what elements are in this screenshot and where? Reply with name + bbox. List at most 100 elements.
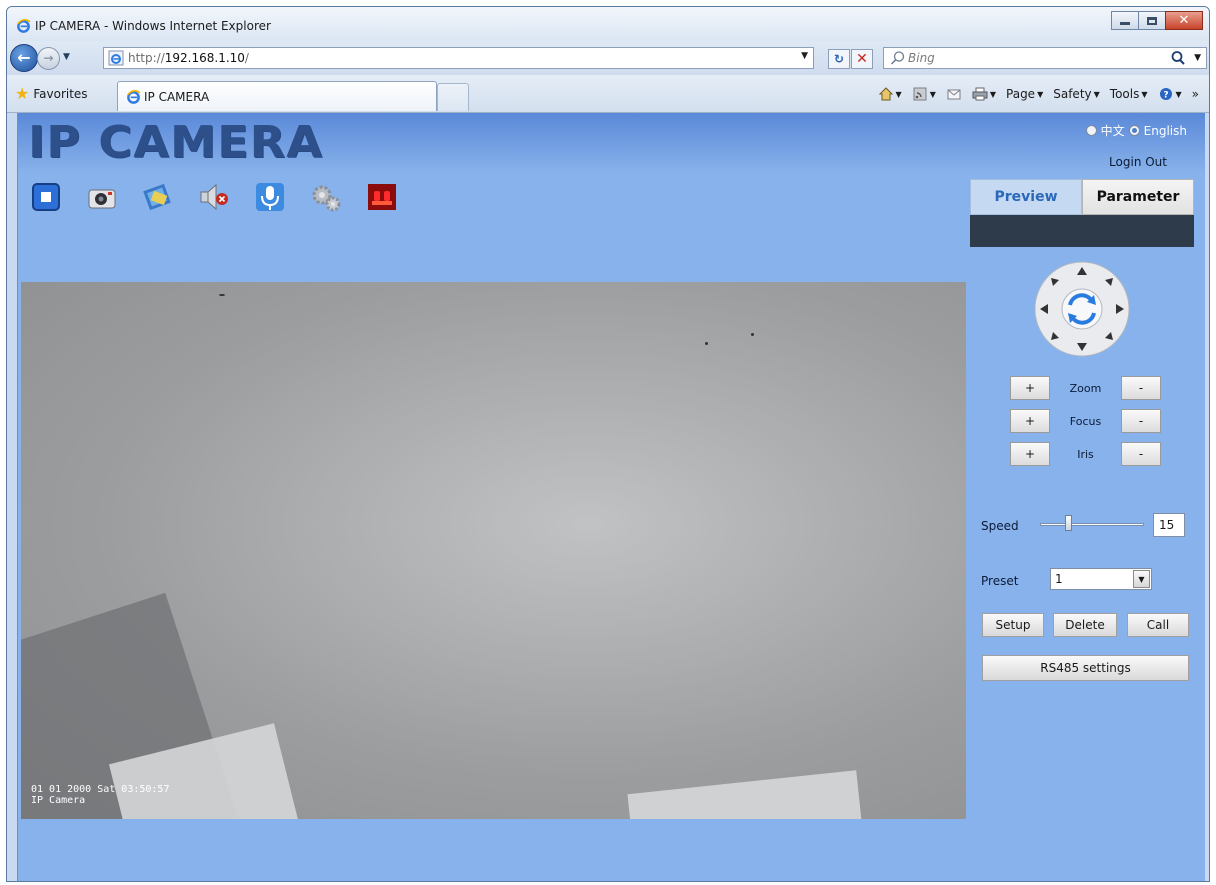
language-label-chinese: 中文: [1100, 124, 1125, 138]
zoom-in-button[interactable]: +: [1010, 376, 1050, 400]
iris-minus-button[interactable]: -: [1121, 442, 1161, 466]
mail-button[interactable]: [946, 87, 962, 101]
command-bar: ▼ ▼ ▼ Page ▼ Safety ▼ Tools ▼ ? ▼ »: [878, 87, 1199, 101]
forward-button[interactable]: →: [37, 47, 60, 70]
preset-select[interactable]: 1 ▼: [1050, 568, 1152, 590]
tab-ie-icon: [127, 90, 141, 104]
page-menu-label: Page: [1006, 87, 1036, 101]
camera-page: IP CAMERA 中文 English Login Out 01 01 200…: [17, 113, 1205, 881]
address-url: http://192.168.1.10/: [128, 51, 249, 65]
iris-label: Iris: [1077, 448, 1094, 461]
new-tab-button[interactable]: [437, 83, 469, 111]
panel-tabs: Preview Parameter: [970, 179, 1194, 215]
favorites-button[interactable]: ★ Favorites: [15, 83, 88, 105]
login-out-link[interactable]: Login Out: [1109, 155, 1167, 169]
search-icon: [890, 51, 905, 65]
focus-control: + Focus -: [1010, 409, 1161, 433]
safety-menu-label: Safety: [1053, 87, 1092, 101]
minimize-icon: [1120, 22, 1130, 25]
panel-dark-bar: [970, 215, 1194, 247]
microphone-icon: [256, 183, 284, 211]
preset-call-button[interactable]: Call: [1127, 613, 1189, 637]
tab-ip-camera[interactable]: IP CAMERA: [117, 81, 437, 111]
zoom-control: + Zoom -: [1010, 376, 1161, 400]
tools-menu[interactable]: Tools ▼: [1110, 87, 1148, 101]
page-ie-icon: [108, 50, 124, 66]
tools-menu-label: Tools: [1109, 87, 1140, 101]
speed-slider-track[interactable]: [1040, 523, 1144, 526]
chevron-more-icon[interactable]: »: [1192, 87, 1199, 101]
snapshot-button[interactable]: [84, 179, 120, 215]
help-icon: ?: [1159, 88, 1172, 101]
rs485-settings-button[interactable]: RS485 settings: [982, 655, 1189, 681]
record-icon: [143, 183, 171, 211]
print-button[interactable]: ▼: [972, 87, 996, 101]
language-radio-english[interactable]: [1128, 125, 1140, 136]
refresh-button[interactable]: ↻: [828, 49, 850, 69]
preset-setup-button[interactable]: Setup: [982, 613, 1044, 637]
alarm-light-icon: [368, 184, 396, 210]
address-dropdown-icon[interactable]: ▼: [801, 51, 808, 61]
preset-selected-value: 1: [1055, 572, 1063, 586]
video-osd-overlay: 01 01 2000 Sat 03:50:57 IP Camera: [31, 784, 169, 806]
close-button[interactable]: ✕: [1165, 11, 1203, 30]
video-speck: [751, 333, 754, 336]
minimize-button[interactable]: [1111, 11, 1139, 30]
maximize-icon: [1147, 16, 1157, 25]
stop-button[interactable]: ✕: [851, 49, 873, 69]
search-go-icon[interactable]: [1170, 50, 1186, 66]
talk-button[interactable]: [252, 179, 288, 215]
maximize-button[interactable]: [1138, 11, 1166, 30]
preset-delete-button[interactable]: Delete: [1053, 613, 1117, 637]
navigation-bar: ← → ▼ http://192.168.1.10/ ▼ ↻ ✕ Bing ▼: [7, 41, 1209, 75]
ptz-direction-pad[interactable]: [1034, 261, 1130, 357]
stop-button[interactable]: [28, 179, 64, 215]
language-label-english: English: [1143, 123, 1187, 138]
settings-gear-icon: [312, 185, 341, 212]
osd-datetime: 01 01 2000 Sat 03:50:57: [31, 784, 170, 795]
search-dropdown-icon[interactable]: ▼: [1194, 53, 1201, 63]
url-suffix: /: [244, 51, 249, 65]
language-radio-chinese[interactable]: [1085, 125, 1097, 136]
video-object-bottom: [627, 770, 865, 819]
page-menu[interactable]: Page ▼: [1006, 87, 1043, 101]
feeds-button[interactable]: ▼: [912, 87, 936, 101]
zoom-label: Zoom: [1069, 382, 1102, 395]
snapshot-camera-icon: [88, 189, 116, 209]
close-icon: ✕: [1178, 13, 1190, 28]
printer-icon: [972, 87, 988, 101]
video-speck: [219, 294, 225, 296]
stop-icon: [32, 183, 60, 211]
address-bar[interactable]: http://192.168.1.10/ ▼: [103, 47, 814, 69]
zoom-out-button[interactable]: -: [1121, 376, 1161, 400]
help-menu[interactable]: ? ▼: [1158, 87, 1182, 101]
mail-icon: [947, 89, 961, 100]
tab-parameter[interactable]: Parameter: [1082, 179, 1194, 215]
language-selector: 中文 English: [1085, 122, 1187, 139]
speed-slider-thumb[interactable]: [1065, 515, 1073, 531]
iris-plus-button[interactable]: +: [1010, 442, 1050, 466]
title-bar: IP CAMERA - Windows Internet Explorer ✕: [7, 7, 1209, 41]
audio-mute-button[interactable]: [196, 179, 232, 215]
recent-pages-dropdown-icon[interactable]: ▼: [63, 52, 70, 62]
search-box[interactable]: Bing ▼: [883, 47, 1207, 69]
record-button[interactable]: [140, 179, 176, 215]
rss-feed-icon: [913, 87, 927, 101]
focus-plus-button[interactable]: +: [1010, 409, 1050, 433]
video-feed[interactable]: 01 01 2000 Sat 03:50:57 IP Camera: [21, 282, 966, 819]
speaker-muted-icon: [200, 183, 228, 211]
home-button[interactable]: ▼: [878, 87, 902, 101]
window-controls: ✕: [1111, 11, 1203, 30]
star-icon: ★: [15, 84, 30, 103]
tab-preview[interactable]: Preview: [970, 179, 1082, 215]
alarm-button[interactable]: [364, 179, 400, 215]
back-button[interactable]: ←: [10, 44, 38, 72]
settings-button[interactable]: [308, 179, 344, 215]
speed-label: Speed: [981, 519, 1019, 533]
window-title: IP CAMERA - Windows Internet Explorer: [35, 19, 271, 33]
speed-value-input[interactable]: 15: [1153, 513, 1185, 537]
ie-logo-icon: [17, 19, 31, 33]
focus-minus-button[interactable]: -: [1121, 409, 1161, 433]
safety-menu[interactable]: Safety ▼: [1053, 87, 1100, 101]
video-speck: [705, 342, 708, 345]
